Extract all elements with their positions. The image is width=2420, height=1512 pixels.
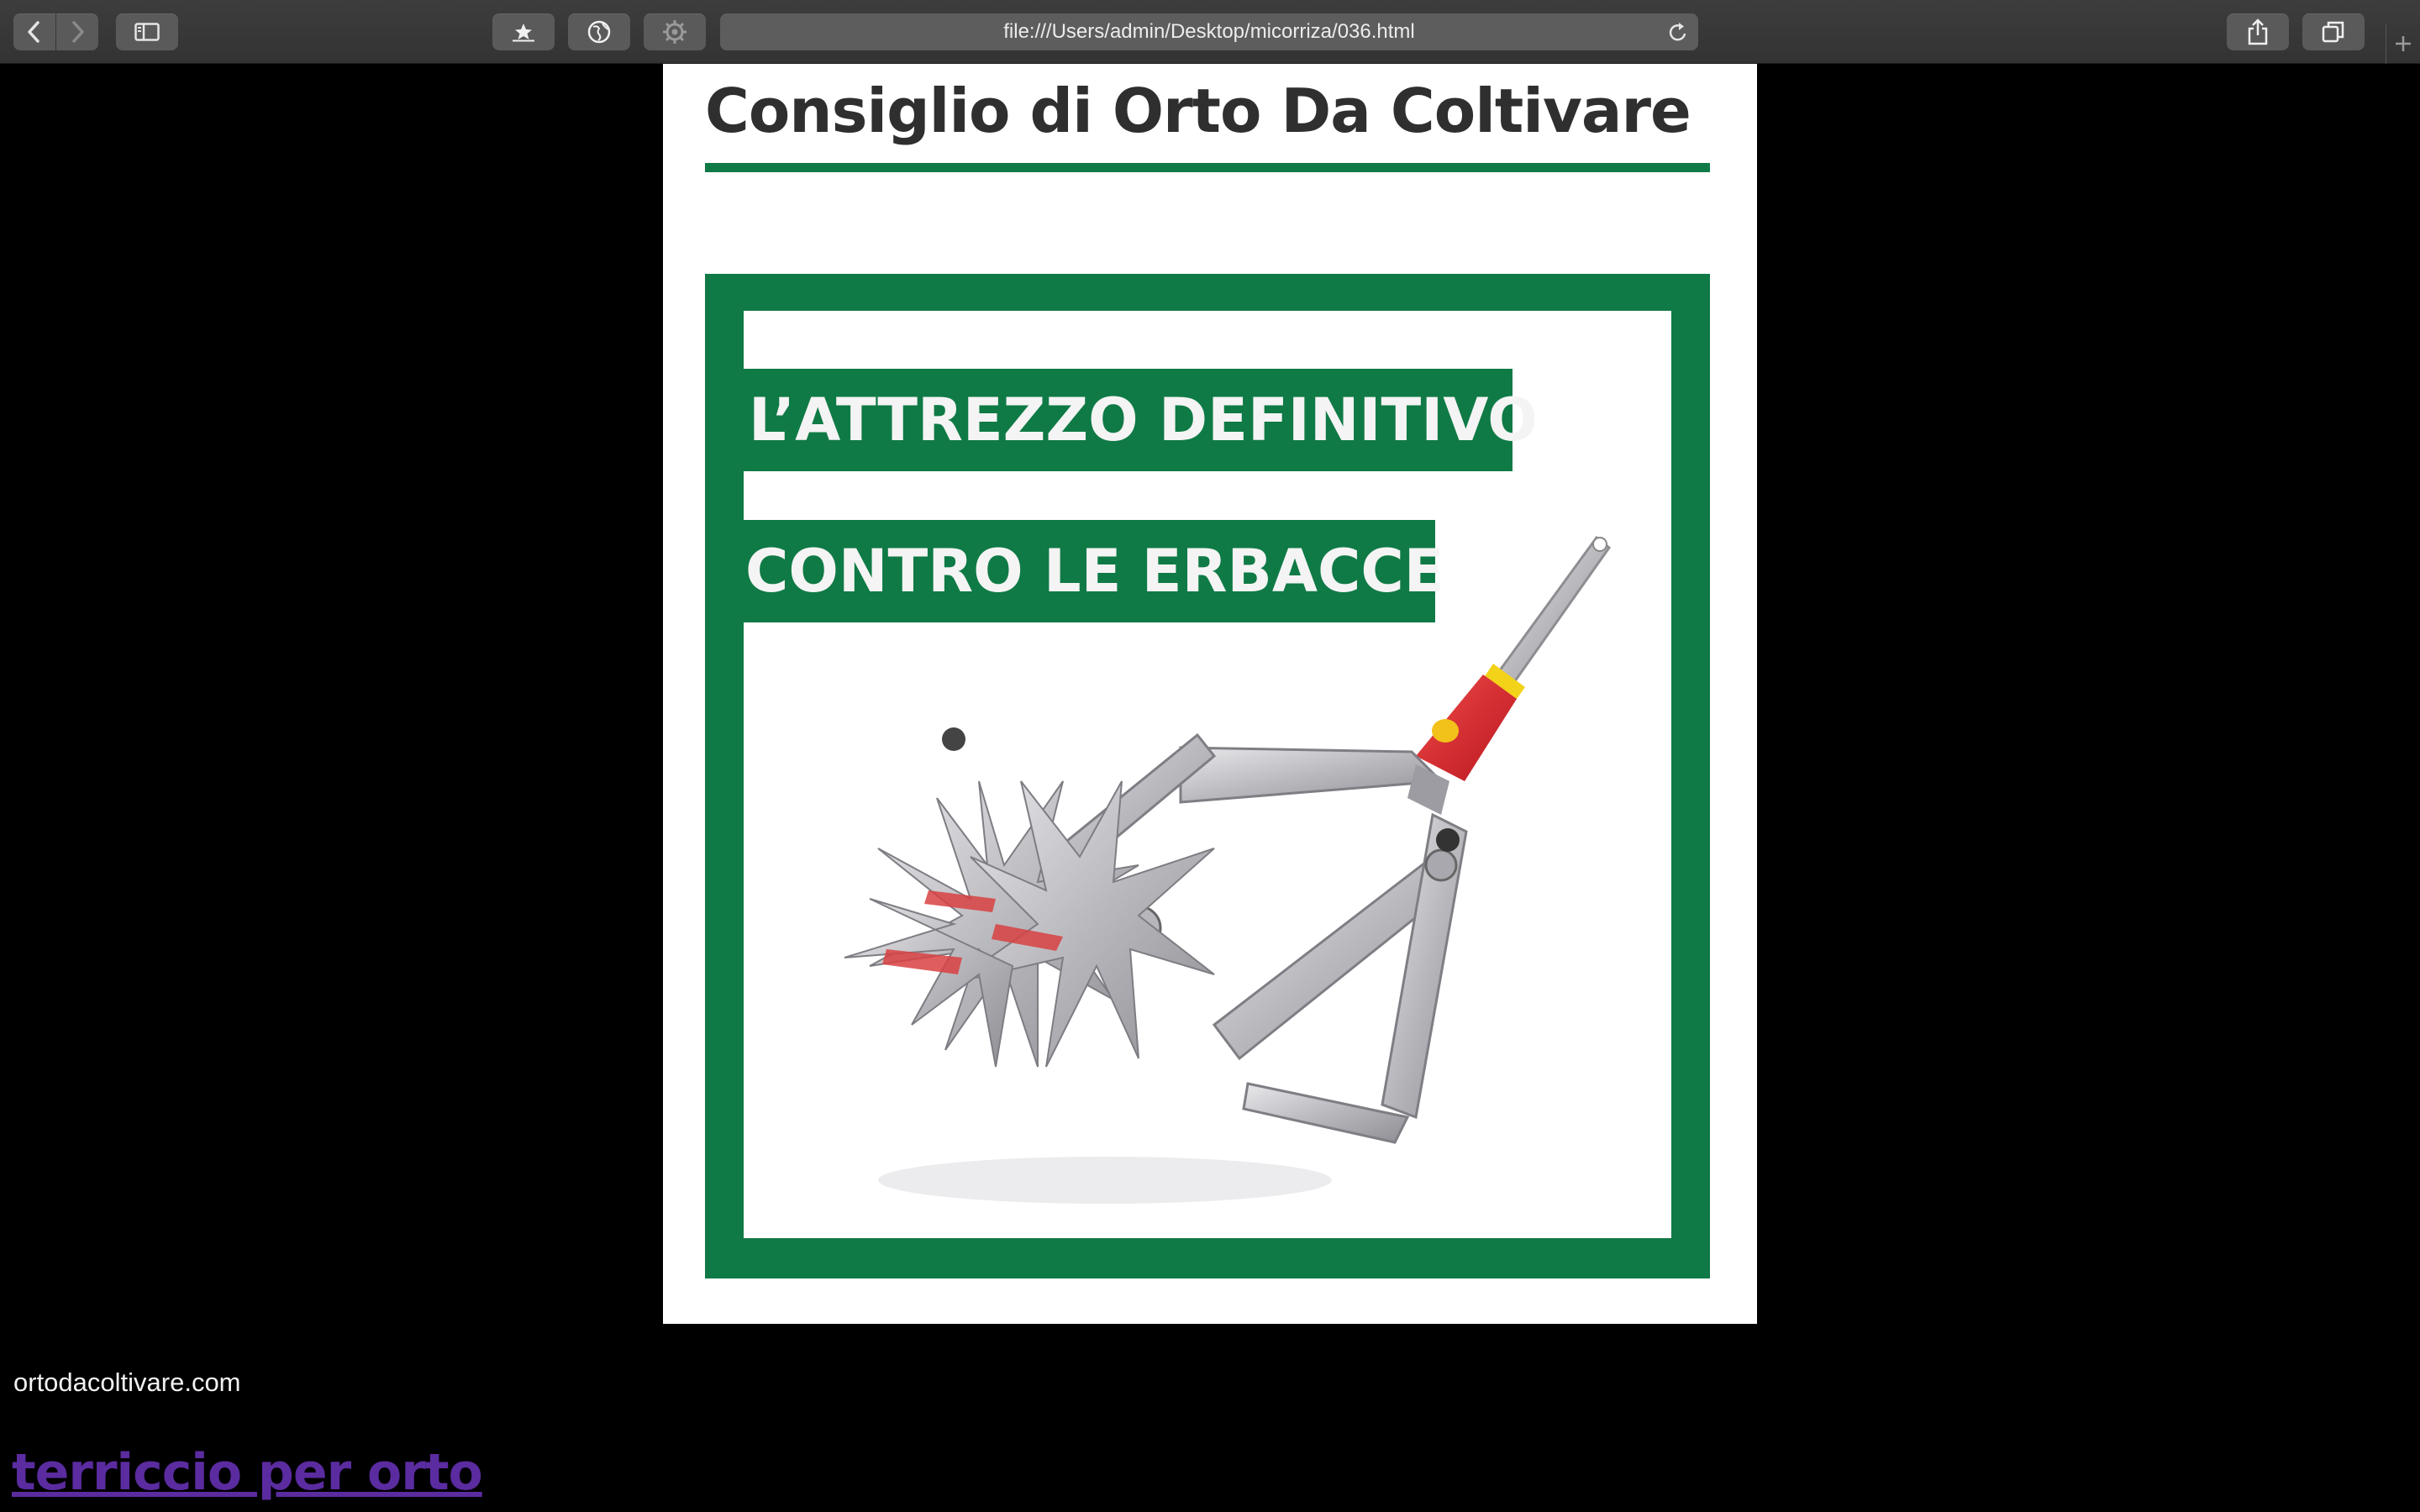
url-text: file:///Users/admin/Desktop/micorriza/03… [1003,20,1415,43]
terriccio-link[interactable]: terriccio per orto [12,1443,483,1502]
globe-icon [587,20,611,44]
content-card: Consiglio di Orto Da Coltivare L’ATTREZZ… [663,64,1757,1324]
new-tab-button[interactable] [2386,24,2420,64]
title-underline [705,163,1710,172]
reload-icon [1669,23,1686,41]
back-icon [28,21,39,43]
gear-icon [663,20,687,44]
tabs-icon [2322,21,2344,43]
forward-button[interactable] [56,13,98,50]
page-title: Consiglio di Orto Da Coltivare [705,76,1691,146]
share-icon [2248,18,2268,45]
promo-headline-line2: CONTRO LE ERBACCE [744,520,1444,622]
bookmark-star-icon [513,24,534,42]
plus-icon [2396,36,2411,51]
settings-button[interactable] [644,13,706,50]
address-bar[interactable]: file:///Users/admin/Desktop/micorriza/03… [720,13,1698,50]
reload-button[interactable] [1668,22,1688,48]
site-domain: ortodacoltivare.com [13,1368,241,1397]
browser-toolbar: file:///Users/admin/Desktop/micorriza/03… [0,0,2420,64]
sidebar-button[interactable] [116,13,178,50]
promo-image: L’ATTREZZO DEFINITIVO CONTRO LE ERBACCE [705,274,1710,1278]
bookmarks-button[interactable] [492,13,555,50]
back-button[interactable] [13,13,55,50]
tabs-overview-button[interactable] [2302,13,2365,50]
sidebar-icon [134,23,160,41]
forward-icon [72,21,84,43]
globe-button[interactable] [568,13,630,50]
promo-headline-line1: L’ATTREZZO DEFINITIVO [744,369,1538,471]
share-button[interactable] [2227,13,2289,50]
promo-inner: L’ATTREZZO DEFINITIVO CONTRO LE ERBACCE [744,311,1671,1238]
